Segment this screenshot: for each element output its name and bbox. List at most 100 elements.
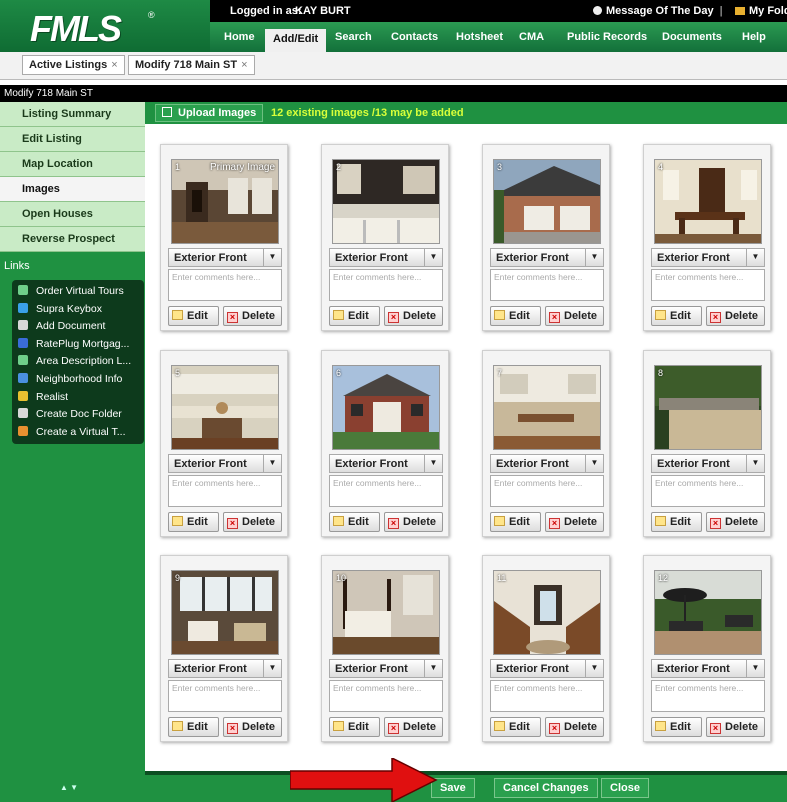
sidebar-link[interactable]: Add Document: [12, 318, 144, 336]
comment-field[interactable]: Enter comments here...: [651, 680, 765, 712]
chevron-down-icon[interactable]: ▼: [263, 249, 281, 266]
edit-button[interactable]: Edit: [329, 717, 380, 737]
chevron-down-icon[interactable]: ▼: [746, 249, 764, 266]
listing-photo[interactable]: 7: [493, 365, 601, 450]
delete-button[interactable]: × Delete: [223, 306, 282, 326]
chevron-down-icon[interactable]: ▼: [585, 660, 603, 677]
edit-button[interactable]: Edit: [168, 306, 219, 326]
edit-button[interactable]: Edit: [329, 306, 380, 326]
category-select[interactable]: Exterior Front ▼: [329, 454, 443, 473]
edit-button[interactable]: Edit: [651, 306, 702, 326]
listing-photo[interactable]: 8: [654, 365, 762, 450]
my-folder-link[interactable]: My Folder: [735, 5, 787, 17]
listing-photo[interactable]: 6: [332, 365, 440, 450]
delete-button[interactable]: × Delete: [545, 717, 604, 737]
listing-photo[interactable]: 10: [332, 570, 440, 655]
delete-button[interactable]: × Delete: [545, 512, 604, 532]
category-select[interactable]: Exterior Front ▼: [168, 248, 282, 267]
category-select[interactable]: Exterior Front ▼: [329, 248, 443, 267]
cancel-changes-button[interactable]: Cancel Changes: [494, 778, 598, 798]
listing-photo[interactable]: 4: [654, 159, 762, 244]
category-select[interactable]: Exterior Front ▼: [490, 454, 604, 473]
comment-field[interactable]: Enter comments here...: [651, 269, 765, 301]
comment-field[interactable]: Enter comments here...: [490, 269, 604, 301]
sidebar-link[interactable]: Order Virtual Tours: [12, 283, 144, 301]
edit-button[interactable]: Edit: [490, 306, 541, 326]
chevron-down-icon[interactable]: ▼: [424, 660, 442, 677]
comment-field[interactable]: Enter comments here...: [168, 475, 282, 507]
category-select[interactable]: Exterior Front ▼: [490, 659, 604, 678]
chevron-down-icon[interactable]: ▼: [585, 455, 603, 472]
chevron-down-icon[interactable]: ▼: [263, 660, 281, 677]
sidebar-item-map-location[interactable]: Map Location: [0, 152, 145, 177]
comment-field[interactable]: Enter comments here...: [651, 475, 765, 507]
delete-button[interactable]: × Delete: [384, 717, 443, 737]
category-select[interactable]: Exterior Front ▼: [651, 659, 765, 678]
sidebar-link[interactable]: Neighborhood Info: [12, 371, 144, 389]
nav-documents[interactable]: Documents: [662, 31, 722, 43]
delete-button[interactable]: × Delete: [384, 306, 443, 326]
edit-button[interactable]: Edit: [651, 512, 702, 532]
category-select[interactable]: Exterior Front ▼: [168, 659, 282, 678]
upload-images-button[interactable]: Upload Images: [155, 104, 264, 122]
chevron-down-icon[interactable]: ▼: [424, 249, 442, 266]
message-of-the-day-link[interactable]: Message Of The Day |: [593, 5, 729, 17]
delete-button[interactable]: × Delete: [706, 512, 765, 532]
chevron-down-icon[interactable]: ▼: [424, 455, 442, 472]
comment-field[interactable]: Enter comments here...: [490, 475, 604, 507]
close-icon[interactable]: ×: [241, 59, 247, 71]
close-button[interactable]: Close: [601, 778, 649, 798]
sidebar-item-listing-summary[interactable]: Listing Summary: [0, 102, 145, 127]
nav-search[interactable]: Search: [335, 31, 372, 43]
nav-hotsheet[interactable]: Hotsheet: [456, 31, 503, 43]
close-icon[interactable]: ×: [111, 59, 117, 71]
edit-button[interactable]: Edit: [490, 512, 541, 532]
listing-photo[interactable]: 9: [171, 570, 279, 655]
comment-field[interactable]: Enter comments here...: [329, 269, 443, 301]
listing-photo[interactable]: 1 Primary Image: [171, 159, 279, 244]
chevron-down-icon[interactable]: ▼: [746, 455, 764, 472]
comment-field[interactable]: Enter comments here...: [168, 269, 282, 301]
sidebar-item-images[interactable]: Images: [0, 177, 145, 202]
listing-photo[interactable]: 2: [332, 159, 440, 244]
listing-photo[interactable]: 5: [171, 365, 279, 450]
sidebar-item-open-houses[interactable]: Open Houses: [0, 202, 145, 227]
nav-cma[interactable]: CMA: [519, 31, 544, 43]
comment-field[interactable]: Enter comments here...: [168, 680, 282, 712]
sidebar-link[interactable]: Realist: [12, 389, 144, 407]
chevron-down-icon[interactable]: ▼: [263, 455, 281, 472]
chevron-down-icon[interactable]: ▼: [746, 660, 764, 677]
tab-active-listings[interactable]: Active Listings ×: [22, 55, 125, 75]
edit-button[interactable]: Edit: [490, 717, 541, 737]
delete-button[interactable]: × Delete: [545, 306, 604, 326]
delete-button[interactable]: × Delete: [706, 306, 765, 326]
sidebar-link[interactable]: Create a Virtual T...: [12, 424, 144, 442]
listing-photo[interactable]: 3: [493, 159, 601, 244]
category-select[interactable]: Exterior Front ▼: [168, 454, 282, 473]
sidebar-link[interactable]: Create Doc Folder: [12, 406, 144, 424]
sidebar-link[interactable]: Supra Keybox: [12, 301, 144, 319]
delete-button[interactable]: × Delete: [384, 512, 443, 532]
delete-button[interactable]: × Delete: [223, 512, 282, 532]
delete-button[interactable]: × Delete: [223, 717, 282, 737]
nav-add-edit[interactable]: Add/Edit: [265, 29, 327, 52]
sidebar-item-edit-listing[interactable]: Edit Listing: [0, 127, 145, 152]
listing-photo[interactable]: 12: [654, 570, 762, 655]
nav-home[interactable]: Home: [224, 31, 255, 43]
delete-button[interactable]: × Delete: [706, 717, 765, 737]
category-select[interactable]: Exterior Front ▼: [329, 659, 443, 678]
chevron-down-icon[interactable]: ▼: [585, 249, 603, 266]
comment-field[interactable]: Enter comments here...: [329, 680, 443, 712]
edit-button[interactable]: Edit: [168, 717, 219, 737]
sidebar-item-reverse-prospect[interactable]: Reverse Prospect: [0, 227, 145, 252]
edit-button[interactable]: Edit: [651, 717, 702, 737]
comment-field[interactable]: Enter comments here...: [490, 680, 604, 712]
fmls-logo[interactable]: FMLS: [30, 8, 122, 50]
sidebar-scroll-arrows[interactable]: ▲ ▼: [60, 783, 78, 792]
tab-modify-listing[interactable]: Modify 718 Main ST ×: [128, 55, 255, 75]
edit-button[interactable]: Edit: [329, 512, 380, 532]
edit-button[interactable]: Edit: [168, 512, 219, 532]
category-select[interactable]: Exterior Front ▼: [651, 454, 765, 473]
nav-help[interactable]: Help: [742, 31, 766, 43]
sidebar-link[interactable]: Area Description L...: [12, 353, 144, 371]
